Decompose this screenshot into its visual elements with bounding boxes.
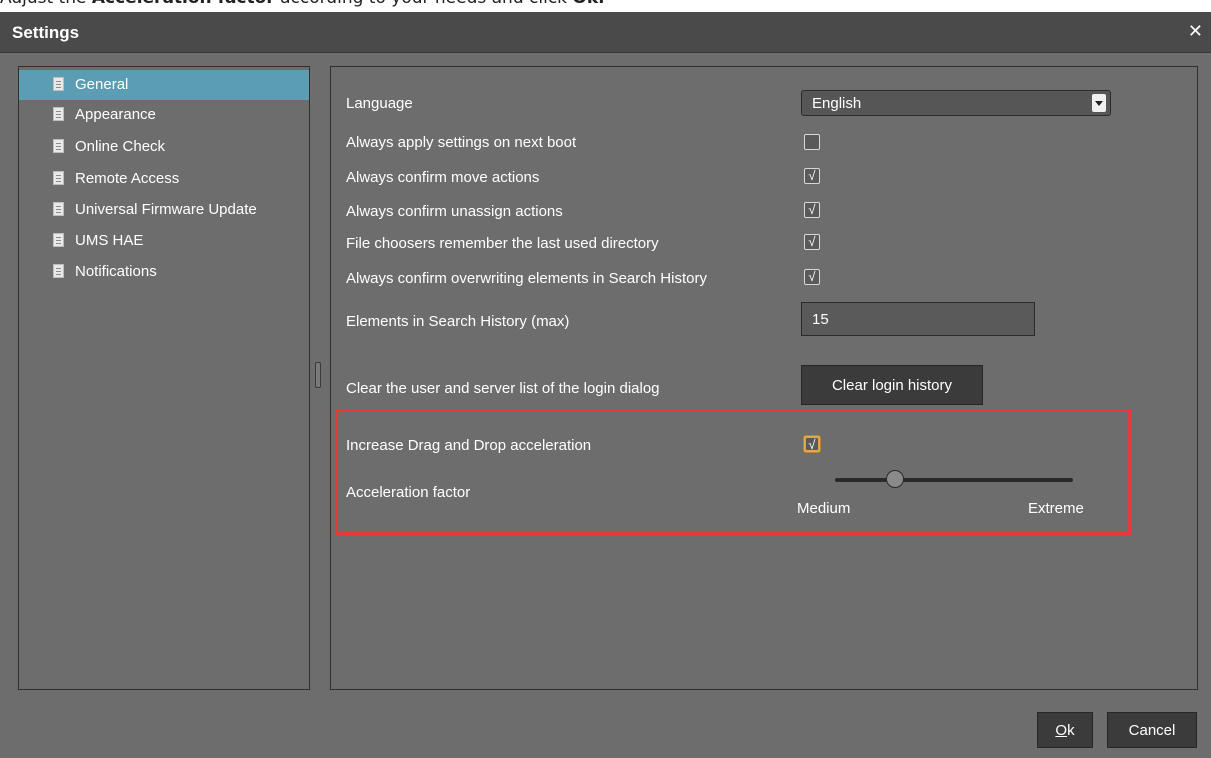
sidebar-item-ums-hae[interactable]: UMS HAE	[19, 226, 309, 256]
confirm-unassign-label: Always confirm unassign actions	[346, 203, 563, 220]
language-label: Language	[346, 95, 413, 112]
language-select-value: English	[812, 95, 862, 112]
instruction-text: Adjust the Acceleration factor according…	[0, 0, 605, 12]
acceleration-factor-slider[interactable]	[835, 478, 1073, 482]
language-select[interactable]: English	[801, 90, 1111, 116]
slider-min-label: Medium	[797, 500, 851, 517]
sidebar-item-label: Notifications	[75, 263, 157, 280]
sidebar-item-appearance[interactable]: Appearance	[19, 100, 309, 130]
document-icon	[53, 233, 64, 247]
remember-directory-label: File choosers remember the last used dir…	[346, 235, 659, 252]
sidebar-item-label: UMS HAE	[75, 232, 144, 249]
document-icon	[53, 107, 64, 121]
dnd-acceleration-label: Increase Drag and Drop acceleration	[346, 437, 592, 454]
dnd-acceleration-checkbox[interactable]: √	[804, 436, 820, 452]
sidebar-item-general[interactable]: General	[19, 70, 309, 100]
apply-on-boot-label: Always apply settings on next boot	[346, 134, 577, 151]
document-icon	[53, 202, 64, 216]
sidebar-item-label: General	[75, 76, 129, 93]
search-history-max-label: Elements in Search History (max)	[346, 313, 570, 330]
sidebar-item-universal-firmware-update[interactable]: Universal Firmware Update	[19, 195, 309, 225]
sidebar-item-label: Universal Firmware Update	[75, 201, 257, 218]
confirm-move-checkbox[interactable]: √	[804, 168, 820, 184]
sidebar-item-remote-access[interactable]: Remote Access	[19, 164, 309, 194]
acceleration-factor-label: Acceleration factor	[346, 484, 471, 501]
ok-label-rest: k	[1067, 721, 1075, 739]
slider-max-label: Extreme	[1028, 500, 1084, 517]
instruction-bold-term: Acceleration factor	[92, 0, 275, 8]
sidebar-item-label: Online Check	[75, 138, 166, 155]
sidebar-item-label: Appearance	[75, 106, 156, 123]
sidebar-item-label: Remote Access	[75, 170, 180, 187]
highlight-box	[335, 409, 1131, 535]
clear-login-label: Clear the user and server list of the lo…	[346, 380, 660, 397]
sidebar-item-notifications[interactable]: Notifications	[19, 257, 309, 287]
instruction-prefix: Adjust the	[0, 0, 92, 8]
settings-category-list: General Appearance Online Check Remote A…	[18, 66, 310, 690]
dialog-title: Settings	[12, 23, 80, 42]
confirm-unassign-checkbox[interactable]: √	[804, 202, 820, 218]
confirm-overwrite-checkbox[interactable]: √	[804, 269, 820, 285]
general-settings-panel: Language English Always apply settings o…	[330, 66, 1198, 690]
confirm-overwrite-label: Always confirm overwriting elements in S…	[346, 270, 707, 287]
acceleration-slider-handle[interactable]	[885, 470, 904, 488]
ok-button[interactable]: Ok	[1037, 712, 1093, 748]
document-icon	[53, 139, 64, 153]
document-icon	[53, 77, 64, 91]
chevron-down-icon[interactable]	[1092, 94, 1106, 112]
confirm-move-label: Always confirm move actions	[346, 169, 540, 186]
apply-on-boot-checkbox[interactable]	[804, 134, 820, 150]
search-history-max-input[interactable]	[801, 302, 1035, 336]
cancel-button[interactable]: Cancel	[1107, 712, 1197, 748]
instruction-bold-action: Ok.	[572, 0, 604, 8]
dialog-titlebar[interactable]: Settings ✕	[0, 12, 1211, 53]
clear-login-history-button[interactable]: Clear login history	[801, 365, 983, 405]
sidebar-item-online-check[interactable]: Online Check	[19, 132, 309, 162]
panel-splitter-handle[interactable]	[315, 362, 321, 388]
ok-mnemonic: O	[1055, 721, 1068, 739]
instruction-middle: according to your needs and click	[275, 0, 573, 8]
remember-directory-checkbox[interactable]: √	[804, 234, 820, 250]
document-icon	[53, 264, 64, 278]
settings-dialog: Settings ✕ General Appearance Online Che…	[0, 12, 1211, 758]
close-icon[interactable]: ✕	[1188, 21, 1203, 42]
document-icon	[53, 171, 64, 185]
